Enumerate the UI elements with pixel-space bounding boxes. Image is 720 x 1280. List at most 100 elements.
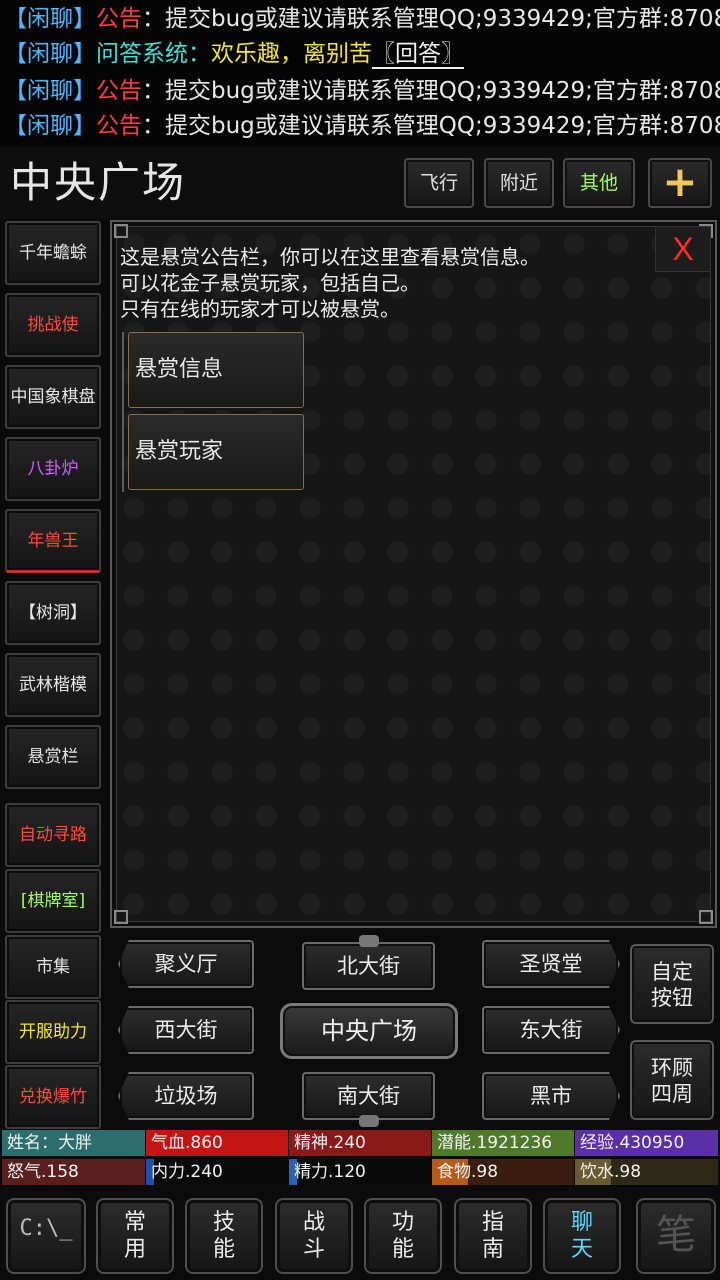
panel-description-line: 这是悬赏公告栏，你可以在这里查看悬赏信息。 [120, 245, 540, 269]
chat-text: 提交bug或建议请联系管理QQ;9339429;官方群:8708 [165, 113, 720, 139]
sidebar-item-tree-hole[interactable]: 【树洞】 [5, 581, 101, 645]
look-around-label: 环顾 [651, 1056, 693, 1080]
panel-corner-ornament [699, 910, 713, 924]
tab-guide[interactable]: 指 南 [454, 1198, 532, 1274]
sidebar-item-role-model[interactable]: 武林楷模 [5, 653, 101, 717]
chat-kind: 公告 [96, 78, 142, 104]
sidebar-item-server-boost[interactable]: 开服助力 [5, 1000, 101, 1064]
tab-label: 能 [212, 1237, 235, 1262]
sidebar-item-nian-beast[interactable]: 年兽王 [5, 509, 101, 573]
map-exit-dump[interactable]: 垃圾场 [118, 1072, 254, 1120]
location-title: 中央广场 [10, 158, 187, 207]
sidebar-item-bounty[interactable]: 悬赏栏 [5, 725, 101, 789]
tab-label: 用 [123, 1237, 146, 1262]
map-exit-north-street[interactable]: 北大街 [302, 942, 435, 990]
stat-exp: 经验.430950 [575, 1130, 718, 1156]
chat-kind: 问答系统 [96, 41, 188, 67]
plus-icon[interactable]: + [648, 158, 712, 208]
chat-sep: ： [142, 78, 165, 104]
stat-potential: 潜能.1921236 [432, 1130, 574, 1156]
tab-label: 常 [123, 1210, 146, 1235]
console-icon[interactable]: C:\_ [6, 1198, 86, 1274]
sidebar-item-card-room[interactable]: [棋牌室] [5, 869, 101, 933]
chat-text: 提交bug或建议请联系管理QQ;9339429;官方群:8708 [165, 78, 720, 104]
tab-label: 南 [481, 1237, 504, 1262]
option-divider [122, 332, 124, 492]
stat-neili: 内力.240 [146, 1159, 288, 1185]
panel-corner-ornament [114, 910, 128, 924]
stat-food: 食物.98 [432, 1159, 574, 1185]
sidebar-item-toad[interactable]: 千年蟾蜍 [5, 221, 101, 285]
chat-line[interactable]: 【闲聊】问答系统：欢乐趣，离别苦〖回答〗 [4, 37, 464, 71]
sidebar-item-firecracker[interactable]: 兑换爆竹 [5, 1065, 101, 1129]
stat-spirit: 精神.240 [289, 1130, 431, 1156]
look-around-button[interactable]: 环顾 四周 [630, 1040, 714, 1120]
stat-rage: 怒气.158 [2, 1159, 145, 1185]
map-exit-sage-hall[interactable]: 圣贤堂 [482, 940, 620, 988]
sidebar-item-chess[interactable]: 中国象棋盘 [5, 365, 101, 429]
stat-hp: 气血.860 [146, 1130, 288, 1156]
tab-label: 天 [570, 1237, 593, 1262]
tab-common[interactable]: 常 用 [96, 1198, 174, 1274]
map-exit-east-street[interactable]: 东大街 [482, 1006, 620, 1054]
tab-chat[interactable]: 聊 天 [543, 1198, 621, 1274]
chat-question: 欢乐趣，离别苦 [211, 41, 372, 67]
chat-channel: 【闲聊】 [4, 41, 96, 67]
chat-sep: ： [142, 6, 165, 32]
custom-button-label: 自定 [651, 960, 693, 984]
tab-label: 技 [212, 1210, 235, 1235]
map-exit-west-street[interactable]: 西大街 [118, 1006, 254, 1054]
fly-button[interactable]: 飞行 [404, 158, 474, 208]
chat-log: 【闲聊】公告：提交bug或建议请联系管理QQ;9339429;官方群:8708 … [0, 0, 720, 146]
chat-sep: ： [188, 41, 211, 67]
map-connector [359, 1115, 379, 1127]
sidebar-item-challenger[interactable]: 挑战使 [5, 293, 101, 357]
panel-description: 这是悬赏公告栏，你可以在这里查看悬赏信息。 可以花金子悬赏玩家，包括自己。 只有… [120, 244, 540, 322]
tab-label: 指 [481, 1210, 504, 1235]
chat-channel: 【闲聊】 [4, 78, 96, 104]
map-connector [359, 935, 379, 947]
panel-description-line: 可以花金子悬赏玩家，包括自己。 [120, 271, 420, 295]
tab-label: 战 [302, 1210, 325, 1235]
tab-label: 功 [391, 1210, 414, 1235]
chat-kind: 公告 [96, 6, 142, 32]
custom-button-label: 按钮 [651, 986, 693, 1010]
stat-water: 饮水.98 [575, 1159, 718, 1185]
tab-label: 斗 [302, 1237, 325, 1262]
chat-sep: ： [142, 113, 165, 139]
chat-line[interactable]: 【闲聊】公告：提交bug或建议请联系管理QQ;9339429;官方群:8708 [4, 2, 720, 36]
chat-kind: 公告 [96, 113, 142, 139]
tab-skills[interactable]: 技 能 [185, 1198, 263, 1274]
panel-description-line: 只有在线的玩家才可以被悬赏。 [120, 297, 400, 321]
tab-functions[interactable]: 功 能 [364, 1198, 442, 1274]
other-button[interactable]: 其他 [563, 158, 635, 208]
tab-combat[interactable]: 战 斗 [275, 1198, 353, 1274]
tab-label: 能 [391, 1237, 414, 1262]
bounty-panel: 这是悬赏公告栏，你可以在这里查看悬赏信息。 可以花金子悬赏玩家，包括自己。 只有… [110, 220, 717, 928]
stat-name: 姓名：大胖 [2, 1130, 145, 1156]
answer-link[interactable]: 〖回答〗 [372, 41, 464, 69]
sidebar-item-auto-path[interactable]: 自动寻路 [5, 803, 101, 867]
chat-line[interactable]: 【闲聊】公告：提交bug或建议请联系管理QQ;9339429;官方群:8708 [4, 74, 720, 108]
chat-line[interactable]: 【闲聊】公告：提交bug或建议请联系管理QQ;9339429;官方群:8708 [4, 109, 720, 143]
chat-channel: 【闲聊】 [4, 113, 96, 139]
close-icon[interactable]: X [655, 226, 711, 272]
map-exit-black-market[interactable]: 黑市 [482, 1072, 620, 1120]
tab-label: 聊 [570, 1210, 593, 1235]
nearby-button[interactable]: 附近 [484, 158, 554, 208]
sidebar-item-label: 八卦炉 [27, 459, 79, 479]
map-current-location[interactable]: 中央广场 [280, 1003, 458, 1059]
bounty-info-button[interactable]: 悬赏信息 [128, 332, 304, 408]
stat-jingli: 精力.120 [289, 1159, 431, 1185]
look-around-label: 四周 [651, 1082, 693, 1106]
map-exit-juyi-hall[interactable]: 聚义厅 [118, 940, 254, 988]
custom-button[interactable]: 自定 按钮 [630, 944, 714, 1024]
pen-icon[interactable]: 笔 [636, 1198, 716, 1274]
map-exit-south-street[interactable]: 南大街 [302, 1072, 435, 1120]
panel-corner-ornament [114, 224, 128, 238]
bounty-player-button[interactable]: 悬赏玩家 [128, 414, 304, 490]
sidebar-item-market[interactable]: 市集 [5, 935, 101, 999]
chat-channel: 【闲聊】 [4, 6, 96, 32]
chat-text: 提交bug或建议请联系管理QQ;9339429;官方群:8708 [165, 6, 720, 32]
sidebar-item-bagua[interactable]: 八卦炉 [5, 437, 101, 501]
